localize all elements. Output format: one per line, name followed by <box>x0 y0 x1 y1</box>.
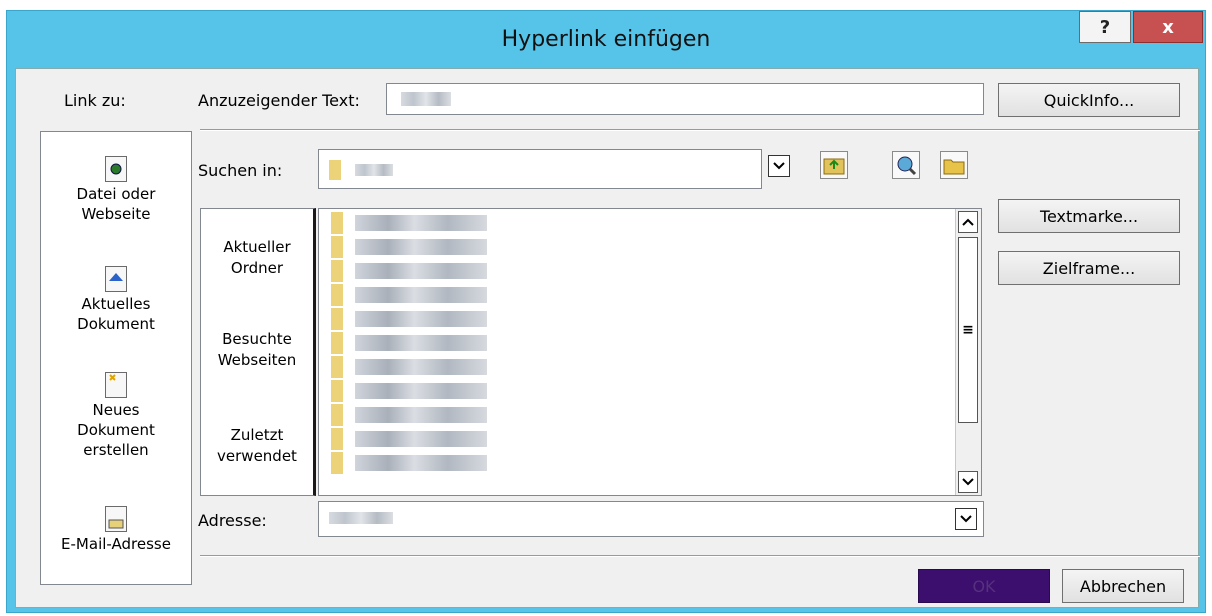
redacted-filename <box>355 431 487 447</box>
place-recent-files-line1: Zuletzt <box>230 426 284 444</box>
bottom-separator <box>200 555 1200 557</box>
current-document-icon <box>105 266 127 292</box>
file-icon <box>331 332 343 354</box>
place-current-folder[interactable]: Aktueller Ordner <box>201 237 313 279</box>
folder-icon <box>331 260 343 282</box>
link-to-new-document-label-1: Neues <box>92 401 140 419</box>
link-to-file-web-label-1: Datei oder <box>76 185 156 203</box>
redacted-filename <box>355 335 487 351</box>
list-item[interactable] <box>331 355 487 379</box>
chevron-down-icon <box>773 162 785 170</box>
place-browsed-pages-line1: Besuchte <box>222 330 292 348</box>
address-input[interactable] <box>318 501 984 537</box>
folder-icon <box>331 212 343 234</box>
chevron-down-icon <box>960 515 972 523</box>
list-item[interactable] <box>331 307 487 331</box>
cancel-button[interactable]: Abbrechen <box>1062 569 1184 603</box>
redacted-filename <box>355 239 487 255</box>
bookmark-button[interactable]: Textmarke... <box>998 199 1180 233</box>
new-document-icon <box>105 372 127 398</box>
search-in-field[interactable] <box>318 149 762 189</box>
list-item[interactable] <box>331 403 487 427</box>
target-frame-button[interactable]: Zielframe... <box>998 251 1180 285</box>
list-item[interactable] <box>331 379 487 403</box>
redacted-filename <box>355 263 487 279</box>
list-item[interactable] <box>331 211 487 235</box>
file-list[interactable]: ≡ <box>318 208 982 496</box>
file-icon <box>331 404 343 426</box>
link-to-email-label: E-Mail-Adresse <box>61 535 171 553</box>
place-recent-files[interactable]: Zuletzt verwendet <box>201 425 313 467</box>
link-to-email[interactable]: E-Mail-Adresse <box>41 506 191 554</box>
redacted-filename <box>355 359 487 375</box>
link-to-new-document-label-3: erstellen <box>83 441 149 459</box>
file-web-icon <box>105 156 127 182</box>
list-item[interactable] <box>331 283 487 307</box>
link-to-new-document[interactable]: Neues Dokument erstellen <box>41 372 191 460</box>
list-item[interactable] <box>331 259 487 283</box>
file-icon <box>331 308 343 330</box>
folder-icon <box>329 160 341 180</box>
link-to-current-document[interactable]: Aktuelles Dokument <box>41 266 191 334</box>
redacted-filename <box>355 407 487 423</box>
place-browsed-pages-line2: Webseiten <box>217 351 297 369</box>
list-item[interactable] <box>331 451 487 475</box>
link-to-file-web-label-2: Webseite <box>81 205 151 223</box>
email-icon <box>105 506 127 532</box>
folder-icon <box>331 236 343 258</box>
chevron-up-icon <box>962 218 974 226</box>
display-text-label: Anzuzeigender Text: <box>198 91 360 110</box>
title-bar[interactable]: Hyperlink einfügen ? x <box>7 11 1205 69</box>
redacted-folder-name <box>355 164 393 176</box>
redacted-filename <box>355 287 487 303</box>
place-current-folder-line1: Aktueller <box>223 238 291 256</box>
list-item[interactable] <box>331 427 487 451</box>
list-item[interactable] <box>331 331 487 355</box>
scroll-thumb[interactable]: ≡ <box>958 237 978 423</box>
address-label: Adresse: <box>198 511 267 530</box>
file-icon <box>331 284 343 306</box>
display-text-input[interactable] <box>386 83 984 115</box>
file-icon <box>331 380 343 402</box>
chevron-down-icon <box>962 478 974 486</box>
dialog-title: Hyperlink einfügen <box>501 27 711 52</box>
up-folder-icon[interactable] <box>820 151 848 179</box>
file-icon <box>331 428 343 450</box>
file-icon <box>331 452 343 474</box>
ok-button[interactable]: OK <box>918 569 1050 603</box>
place-browsed-pages[interactable]: Besuchte Webseiten <box>201 329 313 371</box>
redacted-filename <box>355 383 487 399</box>
close-button[interactable]: x <box>1133 11 1203 43</box>
redacted-address <box>329 512 393 524</box>
redacted-filename <box>355 455 487 471</box>
link-to-heading: Link zu: <box>64 91 126 110</box>
link-to-new-document-label-2: Dokument <box>77 421 155 439</box>
top-separator <box>200 129 1200 131</box>
scroll-down-button[interactable] <box>958 471 978 493</box>
address-dropdown-button[interactable] <box>955 508 977 530</box>
link-to-file-web[interactable]: Datei oder Webseite <box>41 156 191 224</box>
browse-web-icon[interactable] <box>892 151 920 179</box>
link-to-panel: Datei oder Webseite Aktuelles Dokument N… <box>40 131 192 585</box>
redacted-filename <box>355 311 487 327</box>
hyperlink-dialog: Hyperlink einfügen ? x Link zu: Datei od… <box>6 10 1206 613</box>
link-to-current-document-label-1: Aktuelles <box>81 295 151 313</box>
vertical-scrollbar[interactable]: ≡ <box>955 209 981 495</box>
dialog-body: Link zu: Datei oder Webseite Aktuelles D… <box>15 68 1200 608</box>
file-icon <box>331 356 343 378</box>
scroll-up-button[interactable] <box>958 211 978 233</box>
browse-file-icon[interactable] <box>940 151 968 179</box>
redacted-filename <box>355 215 487 231</box>
link-to-current-document-label-2: Dokument <box>77 315 155 333</box>
place-recent-files-line2: verwendet <box>217 447 297 465</box>
places-bar: Aktueller Ordner Besuchte Webseiten Zule… <box>200 208 316 496</box>
place-current-folder-line2: Ordner <box>230 259 284 277</box>
search-in-label: Suchen in: <box>198 161 283 180</box>
redacted-text <box>401 92 451 106</box>
quickinfo-button[interactable]: QuickInfo... <box>998 83 1180 117</box>
search-in-dropdown-button[interactable] <box>768 155 790 177</box>
list-item[interactable] <box>331 235 487 259</box>
help-button[interactable]: ? <box>1079 11 1131 43</box>
